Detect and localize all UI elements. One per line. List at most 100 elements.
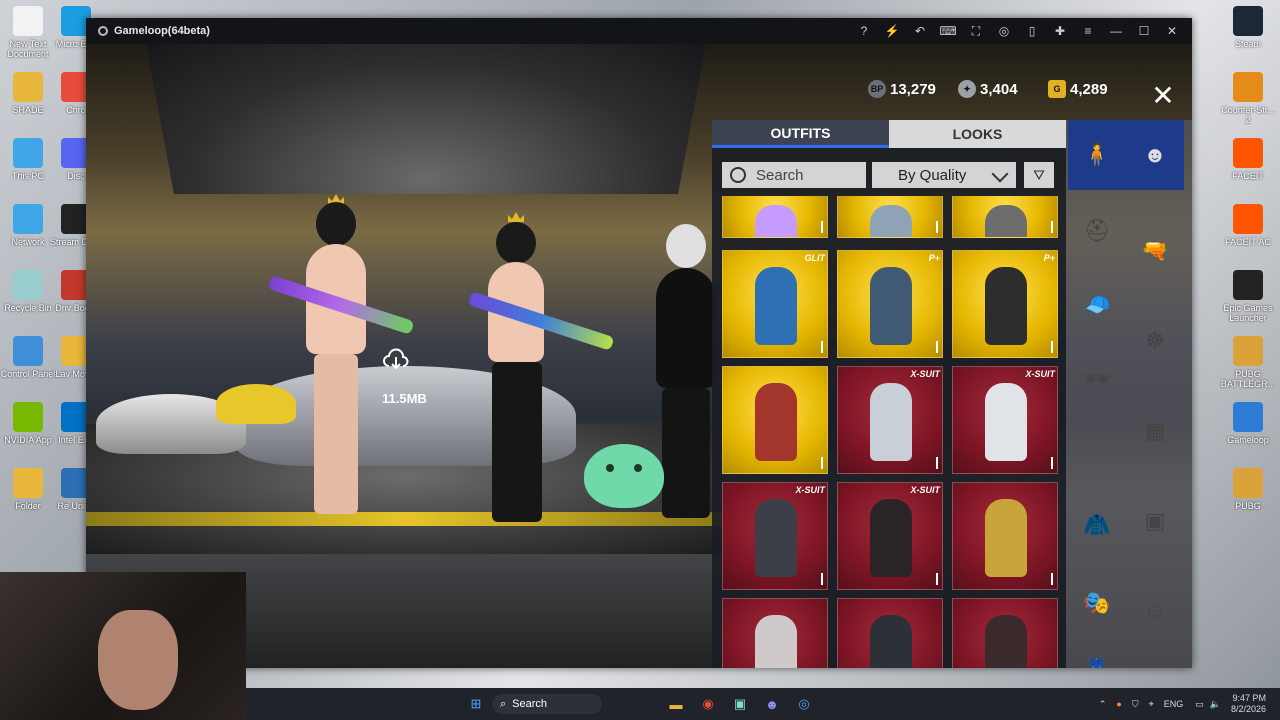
outfit-divider	[936, 573, 938, 585]
tray-shield-icon[interactable]: ⛉	[1132, 699, 1139, 710]
file-explorer-icon[interactable]: ▬	[666, 694, 686, 714]
windows-start-icon[interactable]: ⊞	[466, 694, 486, 714]
yellow-car	[216, 384, 296, 424]
menu-icon[interactable]: ≡	[1076, 19, 1100, 43]
category-hat-icon[interactable]: 🧢	[1068, 270, 1126, 340]
category-pants-icon[interactable]: 👖	[1068, 636, 1126, 668]
panel-tabs: OUTFITS LOOKS	[712, 120, 1066, 148]
desktop-icon-pubg-icon	[1233, 468, 1263, 498]
outfit-badge: X-SUIT	[910, 485, 940, 495]
clock[interactable]: 9:47 PM 8/2/2026	[1231, 693, 1266, 715]
close-inventory-button[interactable]: ✕	[1148, 82, 1178, 112]
character-middle	[466, 212, 566, 532]
desktop-icon-label: NVIDIA App	[4, 435, 52, 445]
category-emote-icon[interactable]: ☺	[1126, 576, 1184, 646]
desktop-icon-nvidia-icon	[13, 402, 43, 432]
minimize-icon[interactable]: —	[1104, 19, 1128, 43]
silver-amount: 3,404	[980, 80, 1018, 98]
desktop-icon-label: Disc	[67, 171, 85, 181]
gamepad-icon[interactable]: ◎	[992, 19, 1016, 43]
outfit-tile[interactable]: X-SUIT	[722, 482, 828, 590]
volume-icon[interactable]: 🔈	[1210, 699, 1221, 710]
keymap-icon[interactable]: ⌨	[936, 19, 960, 43]
tab-looks[interactable]: LOOKS	[889, 120, 1066, 148]
game-view: 11.5MB BP 13,279 ✦ 3,404 G 4,289 ✕ OUTFI…	[86, 44, 1192, 668]
desktop-icon-epic[interactable]: Epic Games Launcher	[1220, 270, 1276, 323]
desktop-icon-faceit-ac[interactable]: FACEIT AC	[1220, 204, 1276, 247]
outfit-figure	[985, 267, 1027, 345]
desktop-icon-gameloop[interactable]: Gameloop	[1220, 402, 1276, 445]
outfit-tile[interactable]	[722, 598, 828, 668]
discord-icon[interactable]: ☻	[762, 694, 782, 714]
fullscreen-icon[interactable]: ⛶	[964, 19, 988, 43]
help-icon[interactable]: ?	[852, 19, 876, 43]
desktop-icon-shade-icon	[13, 72, 43, 102]
outfit-tile[interactable]: X-SUIT	[837, 482, 943, 590]
title-bar: Gameloop(64beta) ? ⚡ ↶ ⌨ ⛶ ◎ ▯ ✚ ≡ — ☐ ✕	[86, 18, 1192, 44]
outfit-badge: P+	[1043, 253, 1055, 263]
cloud-download-icon[interactable]	[382, 348, 410, 370]
desktop-icon-pubg[interactable]: PUBG	[1220, 468, 1276, 511]
tray-app-icon[interactable]: ●	[1116, 699, 1121, 709]
desktop-icon-faceit-ac-icon	[1233, 204, 1263, 234]
system-tray: ⌃ ● ⛉ ⌖ ENG ▭ 🔈 9:47 PM 8/2/2026	[1099, 688, 1280, 720]
desktop-icon-label: New Text Document	[7, 39, 49, 59]
sort-dropdown[interactable]: By Quality	[872, 162, 1016, 188]
filter-button[interactable]: ⛛	[1024, 162, 1054, 188]
category-helmet-icon[interactable]: ⛑	[1068, 196, 1126, 266]
gameloop-taskbar-icon[interactable]: ◎	[794, 694, 814, 714]
category-vehicle-icon[interactable]: ☸	[1126, 306, 1184, 376]
outfit-tile[interactable]	[722, 196, 828, 238]
desktop-icon-gameloop-icon	[1233, 402, 1263, 432]
desktop-icon-label: Epic Games Launcher	[1223, 303, 1273, 323]
outfit-figure	[755, 205, 797, 237]
outfit-tile[interactable]	[952, 196, 1058, 238]
tray-location-icon[interactable]: ⌖	[1149, 699, 1154, 710]
stream-deck-icon[interactable]: ▣	[730, 694, 750, 714]
category-character-icon[interactable]: ☻	[1126, 120, 1184, 190]
category-crate-icon[interactable]: ▣	[1126, 486, 1184, 556]
outfit-divider	[821, 221, 823, 233]
uc-coin-icon: G	[1048, 80, 1066, 98]
taskbar-search[interactable]: ⌕ Search	[492, 694, 602, 714]
desktop-icon-counter-strike[interactable]: Counter-Str... 2	[1220, 72, 1276, 125]
outfit-tile[interactable]: P+	[837, 250, 943, 358]
outfit-tile[interactable]	[837, 598, 943, 668]
boost-icon[interactable]: ⚡	[880, 19, 904, 43]
outfit-tile[interactable]	[722, 366, 828, 474]
category-backpack-icon[interactable]: ▦	[1126, 396, 1184, 466]
outfit-tile[interactable]: X-SUIT	[952, 366, 1058, 474]
outfit-tile[interactable]: P+	[952, 250, 1058, 358]
outfit-figure	[870, 383, 912, 461]
chrome-icon[interactable]: ◉	[698, 694, 718, 714]
search-input[interactable]: Search	[722, 162, 866, 188]
category-weapon-icon[interactable]: 🔫	[1126, 216, 1184, 286]
category-glasses-icon[interactable]: 🕶	[1068, 344, 1126, 414]
outfit-figure	[870, 615, 912, 668]
outfit-tile[interactable]	[837, 196, 943, 238]
outfit-figure	[985, 383, 1027, 461]
taskbar: ⊞ ⌕ Search ▬ ◉ ▣ ☻ ◎ ⌃ ● ⛉ ⌖ ENG ▭ 🔈 9:4…	[246, 688, 1280, 720]
back-icon[interactable]: ↶	[908, 19, 932, 43]
category-outfit-icon[interactable]: 🧍	[1068, 120, 1126, 190]
outfit-tile[interactable]	[952, 598, 1058, 668]
tab-outfits[interactable]: OUTFITS	[712, 120, 889, 148]
language-indicator[interactable]: ENG	[1164, 699, 1184, 709]
outfit-tile[interactable]	[952, 482, 1058, 590]
pin-icon[interactable]: ✚	[1048, 19, 1072, 43]
desktop-icon-pubg-battlegrounds[interactable]: PUBG BATTLEGR...	[1220, 336, 1276, 389]
category-jacket-icon[interactable]: 🧥	[1068, 490, 1126, 560]
desktop-icon-label: Gameloop	[1227, 435, 1269, 445]
tray-chevron-icon[interactable]: ⌃	[1099, 699, 1107, 710]
outfit-divider	[936, 221, 938, 233]
network-icon[interactable]: ▭	[1195, 699, 1204, 710]
close-window-icon[interactable]: ✕	[1160, 19, 1184, 43]
desktop-icon-steam[interactable]: Steam	[1220, 6, 1276, 49]
outfit-tile[interactable]: X-SUIT	[837, 366, 943, 474]
maximize-icon[interactable]: ☐	[1132, 19, 1156, 43]
desktop-icon-faceit[interactable]: FACEIT	[1220, 138, 1276, 181]
category-mask-icon[interactable]: 🎭	[1068, 568, 1126, 638]
sidebar-icon[interactable]: ▯	[1020, 19, 1044, 43]
category-sidebar: 🧍 ☻ ⛑ 🔫 🧢 ☸ 🕶 ▦ 🧥 ▣ 🎭 ☺ 👖	[1066, 120, 1192, 668]
outfit-tile[interactable]: GLIT	[722, 250, 828, 358]
